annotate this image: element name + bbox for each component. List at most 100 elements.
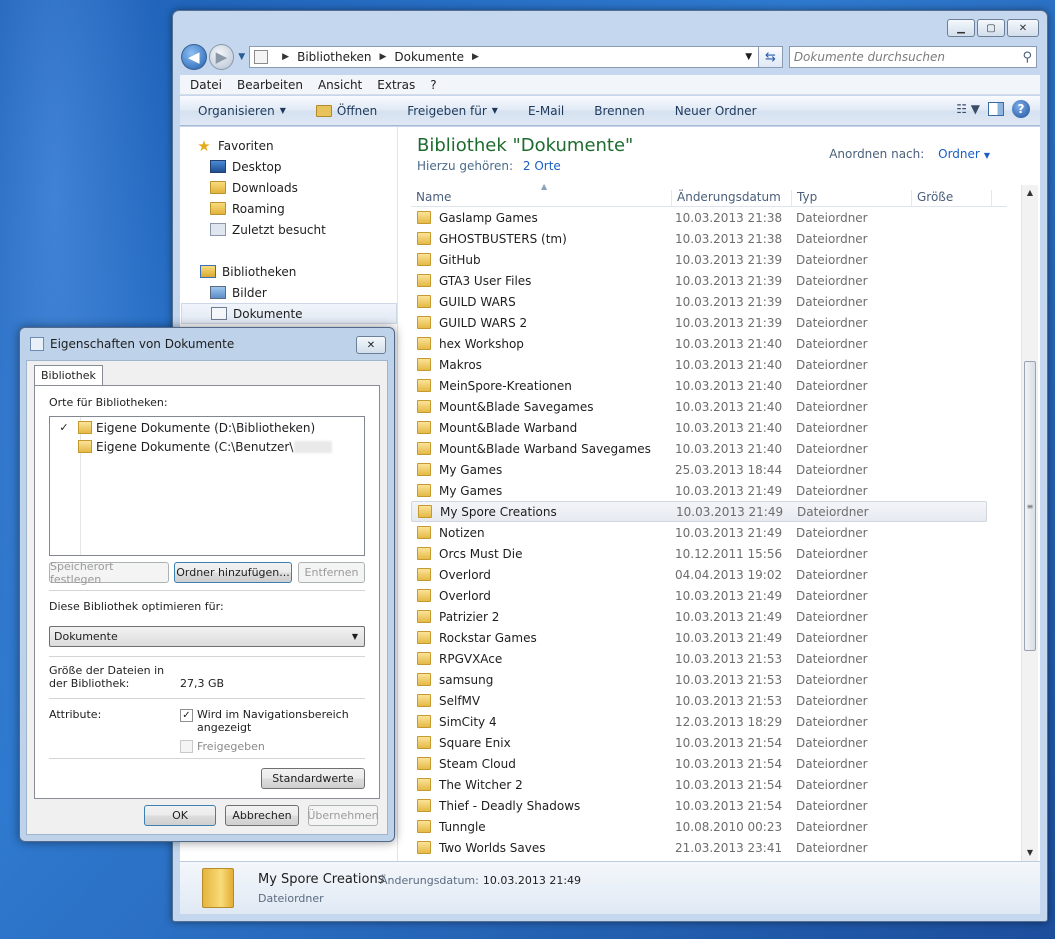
open-button[interactable]: Öffnen [315, 104, 377, 118]
table-row[interactable]: hex Workshop 10.03.2013 21:40 Dateiordner [411, 333, 987, 354]
show-in-nav-checkbox[interactable]: ✓ [180, 709, 193, 722]
tab-library[interactable]: Bibliothek [34, 365, 103, 385]
table-row[interactable]: Square Enix 10.03.2013 21:54 Dateiordner [411, 732, 987, 753]
table-row[interactable]: Mount&Blade Savegames 10.03.2013 21:40 Dat… [411, 396, 987, 417]
scroll-up-icon[interactable]: ▲ [1022, 185, 1038, 201]
list-item[interactable]: ✓ Eigene Dokumente (D:\Bibliotheken) [50, 418, 364, 437]
table-row[interactable]: SelfMV 10.03.2013 21:53 Dateiordner [411, 690, 987, 711]
arrange-dropdown[interactable]: Ordner [938, 147, 980, 161]
address-dropdown-icon[interactable]: ▼ [745, 52, 752, 62]
table-row[interactable]: Rockstar Games 10.03.2013 21:49 Dateiordne… [411, 627, 987, 648]
table-row[interactable]: GHOSTBUSTERS (tm) 10.03.2013 21:38 Dateior… [411, 228, 987, 249]
optimize-select[interactable]: Dokumente ▼ [49, 626, 365, 647]
file-name: Makros [439, 357, 482, 372]
nav-libraries[interactable]: Bibliotheken [200, 261, 416, 282]
table-row[interactable]: Overlord 04.04.2013 19:02 Dateiordner [411, 564, 987, 585]
search-icon[interactable]: ⚲ [1022, 50, 1032, 65]
nav-recent[interactable]: Zuletzt besucht [210, 219, 426, 240]
table-row[interactable]: Notizen 10.03.2013 21:49 Dateiordner [411, 522, 987, 543]
maximize-button[interactable]: ▢ [977, 19, 1005, 37]
remove-button[interactable]: Entfernen [298, 562, 365, 583]
scroll-thumb[interactable]: ≡ [1024, 361, 1036, 651]
table-row[interactable]: Makros 10.03.2013 21:40 Dateiordner [411, 354, 987, 375]
table-row[interactable]: My Spore Creations 10.03.2013 21:49 Dateio… [411, 501, 987, 522]
table-row[interactable]: Mount&Blade Warband Savegames 10.03.2013 … [411, 438, 987, 459]
set-save-location-button[interactable]: Speicherort festlegen [49, 560, 169, 586]
nav-pictures[interactable]: Bilder [210, 282, 426, 303]
share-button[interactable]: Freigeben für ▼ [407, 104, 498, 118]
recent-pages-chevron-icon[interactable]: ▼ [238, 52, 245, 62]
menu-file[interactable]: Datei [190, 78, 222, 92]
email-button[interactable]: E-Mail [528, 104, 564, 118]
scroll-down-icon[interactable]: ▼ [1022, 845, 1038, 861]
column-name[interactable]: Name [411, 190, 672, 207]
organize-button[interactable]: Organisieren ▼ [198, 104, 286, 118]
chevron-right-icon[interactable]: ▶ [380, 52, 387, 62]
table-row[interactable]: Thief - Deadly Shadows 10.03.2013 21:54 Da… [411, 795, 987, 816]
burn-button[interactable]: Brennen [594, 104, 644, 118]
chevron-down-icon[interactable]: ▼ [984, 151, 990, 160]
restore-defaults-button[interactable]: Standardwerte [261, 768, 365, 789]
close-button[interactable]: ✕ [1007, 19, 1039, 37]
forward-arrow-icon[interactable]: ▶ [208, 44, 235, 70]
preview-pane-icon[interactable] [988, 102, 1004, 116]
menu-edit[interactable]: Bearbeiten [237, 78, 303, 92]
vertical-scrollbar[interactable]: ▲ ≡ ▼ [1021, 185, 1038, 861]
nav-desktop[interactable]: Desktop [210, 156, 426, 177]
table-row[interactable]: The Witcher 2 10.03.2013 21:54 Dateiordner [411, 774, 987, 795]
column-size[interactable]: Größe [912, 190, 992, 207]
table-row[interactable]: samsung 10.03.2013 21:53 Dateiordner [411, 669, 987, 690]
back-arrow-icon[interactable]: ◀ [181, 44, 207, 70]
refresh-icon[interactable]: ⇆ [759, 46, 783, 68]
column-type[interactable]: Typ [792, 190, 912, 207]
table-row[interactable]: MeinSpore-Kreationen 10.03.2013 21:40 Date… [411, 375, 987, 396]
nav-favorites[interactable]: ★ Favoriten [196, 135, 412, 156]
menu-view[interactable]: Ansicht [318, 78, 362, 92]
table-row[interactable]: GUILD WARS 10.03.2013 21:39 Dateiordner [411, 291, 987, 312]
table-row[interactable]: GTA3 User Files 10.03.2013 21:39 Dateiordn… [411, 270, 987, 291]
column-date[interactable]: Änderungsdatum [672, 190, 792, 207]
address-bar[interactable]: ▶ Bibliotheken ▶ Dokumente ▶ ▼ [249, 46, 760, 68]
includes-link[interactable]: 2 Orte [523, 159, 561, 173]
table-row[interactable]: GitHub 10.03.2013 21:39 Dateiordner [411, 249, 987, 270]
breadcrumb-libraries[interactable]: Bibliotheken [297, 50, 371, 64]
table-row[interactable]: Two Worlds Saves 21.03.2013 23:41 Dateiord… [411, 837, 987, 858]
table-row[interactable]: GUILD WARS 2 10.03.2013 21:39 Dateiordner [411, 312, 987, 333]
locations-list[interactable]: ✓ Eigene Dokumente (D:\Bibliotheken) Eig… [49, 416, 365, 556]
new-folder-button[interactable]: Neuer Ordner [675, 104, 757, 118]
window-controls: ▁ ▢ ✕ [947, 19, 1039, 37]
add-folder-button[interactable]: Ordner hinzufügen... [174, 562, 292, 583]
chevron-right-icon[interactable]: ▶ [472, 52, 479, 62]
nav-downloads[interactable]: Downloads [210, 177, 426, 198]
table-row[interactable]: Overlord 10.03.2013 21:49 Dateiordner [411, 585, 987, 606]
chevron-right-icon[interactable]: ▶ [282, 52, 289, 62]
table-row[interactable]: Gaslamp Games 10.03.2013 21:38 Dateiordner [411, 207, 987, 228]
table-row[interactable]: My Games 25.03.2013 18:44 Dateiordner [411, 459, 987, 480]
list-item[interactable]: Eigene Dokumente (C:\Benutzer\ [50, 437, 364, 456]
close-icon[interactable]: ✕ [356, 336, 386, 354]
table-row[interactable]: Steam Cloud 10.03.2013 21:54 Dateiordner [411, 753, 987, 774]
breadcrumb-documents[interactable]: Dokumente [394, 50, 464, 64]
ok-button[interactable]: OK [144, 805, 216, 826]
table-row[interactable]: Patrizier 2 10.03.2013 21:49 Dateiordner [411, 606, 987, 627]
menu-tools[interactable]: Extras [377, 78, 415, 92]
menu-help[interactable]: ? [430, 78, 436, 92]
file-name: My Spore Creations [440, 504, 557, 519]
table-row[interactable]: Tunngle 10.08.2010 00:23 Dateiordner [411, 816, 987, 837]
pictures-icon [210, 286, 226, 299]
shared-checkbox[interactable] [180, 740, 193, 753]
table-row[interactable]: SimCity 4 12.03.2013 18:29 Dateiordner [411, 711, 987, 732]
file-type: Dateiordner [796, 336, 868, 351]
table-row[interactable]: My Games 10.03.2013 21:49 Dateiordner [411, 480, 987, 501]
view-options-icon[interactable]: ☷ ▼ [956, 102, 980, 116]
table-row[interactable]: RPGVXAce 10.03.2013 21:53 Dateiordner [411, 648, 987, 669]
cancel-button[interactable]: Abbrechen [225, 805, 299, 826]
table-row[interactable]: Orcs Must Die 10.12.2011 15:56 Dateiordner [411, 543, 987, 564]
nav-documents[interactable]: Dokumente [181, 303, 397, 324]
nav-roaming[interactable]: Roaming [210, 198, 426, 219]
minimize-button[interactable]: ▁ [947, 19, 975, 37]
help-icon[interactable]: ? [1012, 100, 1030, 118]
apply-button[interactable]: Übernehmen [307, 805, 379, 826]
table-row[interactable]: Mount&Blade Warband 10.03.2013 21:40 Datei… [411, 417, 987, 438]
search-input[interactable]: Dokumente durchsuchen ⚲ [788, 46, 1037, 68]
